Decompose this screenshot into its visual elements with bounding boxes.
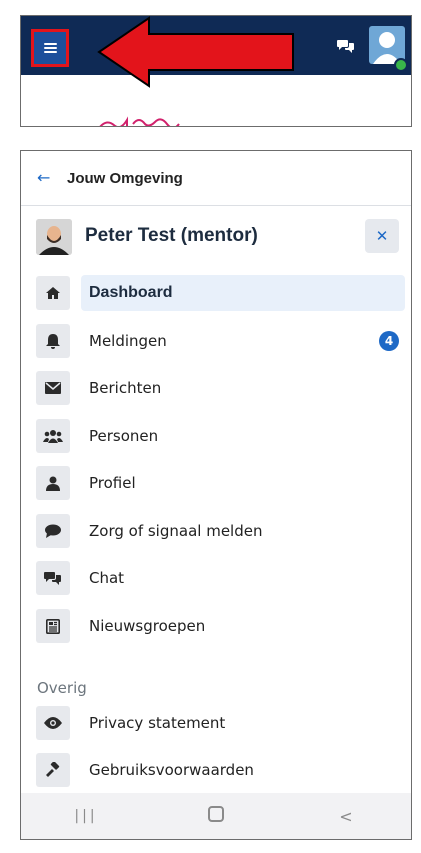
user-avatar-photo [36,219,72,255]
notification-badge: 4 [379,331,399,351]
chat-icon[interactable] [337,38,355,54]
user-icon [36,466,70,500]
nav-item-zorg-of-signaal-melden[interactable]: Zorg of signaal melden [21,513,411,549]
nav-label: Privacy statement [89,714,226,732]
user-row: Peter Test (mentor) ✕ [21,215,411,261]
nav-label: Dashboard [89,284,173,301]
hamburger-icon [43,43,57,53]
side-menu-panel: ← Jouw Omgeving Peter Test (mentor) ✕ Da… [20,150,412,840]
nav-label: Berichten [89,379,162,397]
panel-header: ← Jouw Omgeving [21,151,411,206]
nav-item-dashboard[interactable]: Dashboard [21,275,411,311]
users-icon [36,419,70,453]
user-name: Peter Test (mentor) [85,225,258,246]
home-button[interactable] [186,806,246,826]
home-circle-icon [208,806,224,822]
back-button[interactable]: < [316,807,376,826]
comment-icon [36,514,70,548]
nav-item-privacy-statement[interactable]: Privacy statement [21,705,411,741]
nav-item-nieuwsgroepen[interactable]: Nieuwsgroepen [21,608,411,644]
bell-icon [36,324,70,358]
chat-icon [36,561,70,595]
nav-item-profiel[interactable]: Profiel [21,465,411,501]
gavel-icon [36,753,70,787]
panel-title: Jouw Omgeving [67,169,183,187]
nav-label: Nieuwsgroepen [89,617,206,635]
nav-label: Zorg of signaal melden [89,522,263,540]
handwriting-scribble [99,116,180,126]
nav-label: Meldingen [89,332,167,350]
menu-button[interactable] [31,29,69,67]
arrow-left-icon[interactable]: ← [37,170,51,186]
nav-item-personen[interactable]: Personen [21,418,411,454]
nav-label: Profiel [89,474,136,492]
nav-label: Personen [89,427,159,445]
envelope-icon [36,371,70,405]
nav-item-berichten[interactable]: Berichten [21,370,411,406]
nav-item-gebruiksvoorwaarden[interactable]: Gebruiksvoorwaarden [21,752,411,788]
nav-item-meldingen[interactable]: Meldingen 4 [21,323,411,359]
newspaper-icon [36,609,70,643]
close-icon: ✕ [375,227,389,245]
top-header-screenshot [20,15,412,127]
recent-apps-button[interactable]: ||| [56,808,116,824]
nav-label: Chat [89,569,125,587]
red-arrow-pointer [97,16,294,88]
online-status-dot [394,58,408,72]
nav-item-chat[interactable]: Chat [21,560,411,596]
section-label-overig: Overig [37,679,87,697]
eye-icon [36,706,70,740]
home-icon [36,276,70,310]
nav-label: Gebruiksvoorwaarden [89,761,254,779]
android-system-nav: ||| < [21,793,411,839]
close-button[interactable]: ✕ [365,219,399,253]
